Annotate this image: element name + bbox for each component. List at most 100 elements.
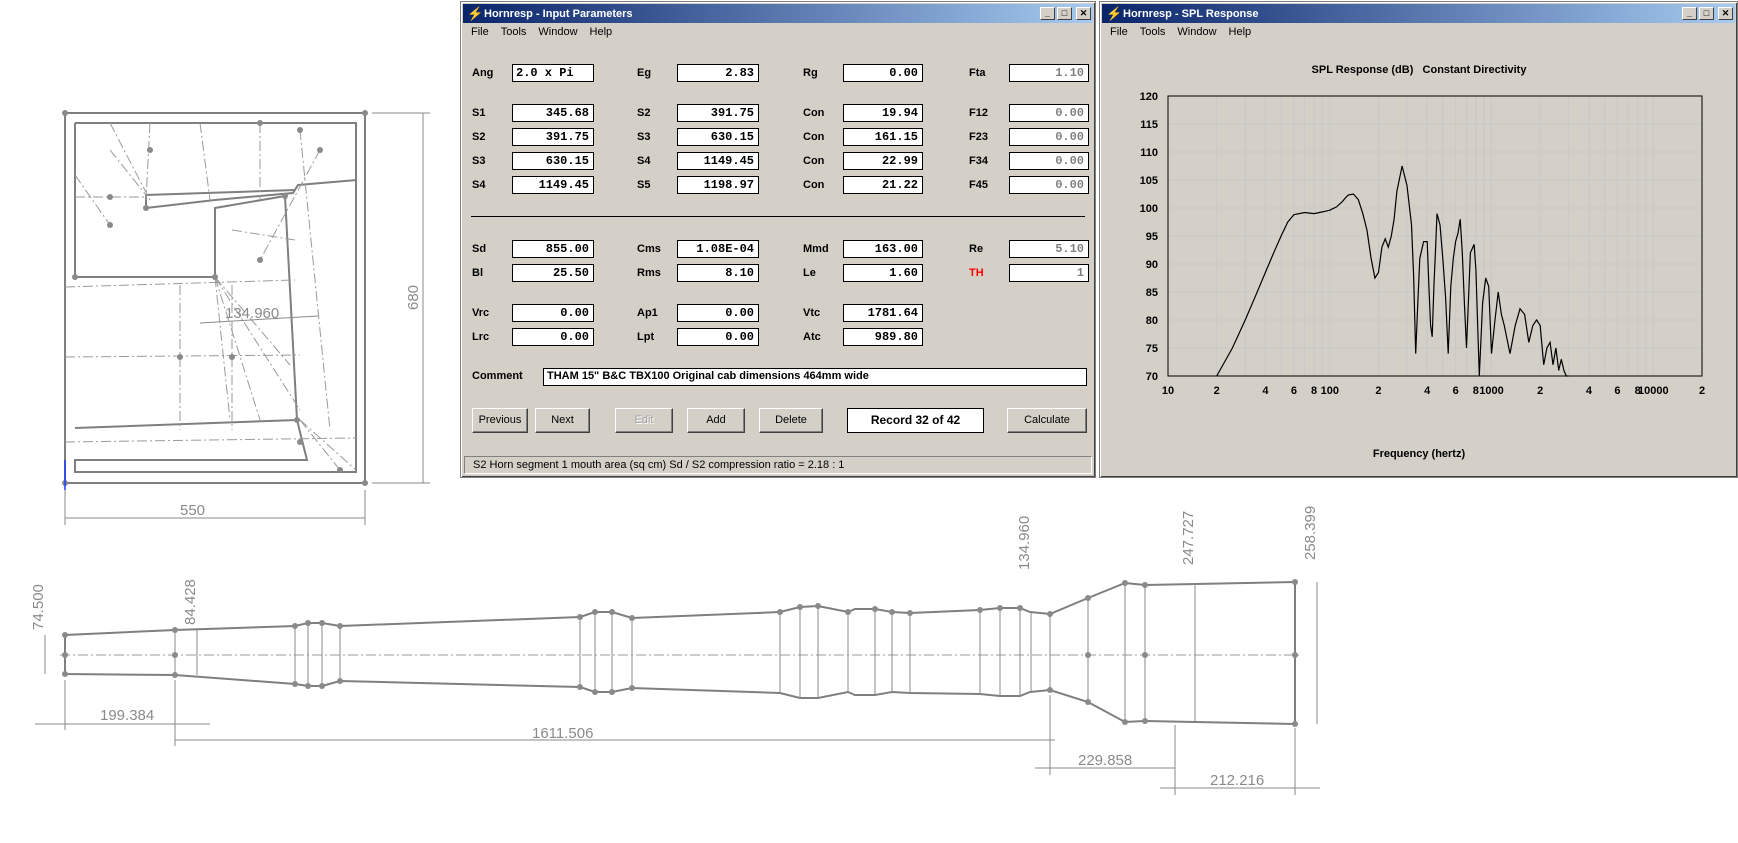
param-field-f12[interactable]: 0.00 xyxy=(1009,104,1089,122)
param-label-f45: F45 xyxy=(969,179,988,191)
param-field-re[interactable]: 5.10 xyxy=(1009,240,1089,258)
param-label-lrc: Lrc xyxy=(472,331,490,343)
menu-window[interactable]: Window xyxy=(532,26,583,38)
menu-bar: File Tools Window Help xyxy=(461,23,1095,41)
param-field-s5[interactable]: 1198.97 xyxy=(677,176,759,194)
minimize-button[interactable]: _ xyxy=(1682,7,1697,20)
param-label-con: Con xyxy=(803,107,825,119)
param-label-f34: F34 xyxy=(969,155,988,167)
param-field-sd[interactable]: 855.00 xyxy=(512,240,594,258)
param-label-lpt: Lpt xyxy=(637,331,655,343)
param-field-vrc[interactable]: 0.00 xyxy=(512,304,594,322)
param-label-s3: S3 xyxy=(472,155,486,167)
dim-74500: 74.500 xyxy=(30,584,47,630)
menu-file[interactable]: File xyxy=(1104,26,1134,38)
y-tick-label: 105 xyxy=(1140,175,1158,187)
x-tick-label: 1000 xyxy=(1479,385,1503,397)
status-bar: S2 Horn segment 1 mouth area (sq cm) Sd … xyxy=(464,456,1092,474)
param-label-s4: S4 xyxy=(637,155,651,167)
x-tick-label: 6 xyxy=(1291,385,1297,397)
x-tick-label: 10 xyxy=(1162,385,1174,397)
dim-height-680: 680 xyxy=(405,285,422,310)
x-tick-label: 2 xyxy=(1537,385,1543,397)
maximize-button[interactable]: □ xyxy=(1057,7,1072,20)
previous-button[interactable]: Previous xyxy=(472,408,528,433)
param-field-atc[interactable]: 989.80 xyxy=(843,328,923,346)
input-parameters-window: ⚡ Hornresp - Input Parameters _ □ ✕ File… xyxy=(460,1,1096,478)
dim-inner-134960: 134.960 xyxy=(225,305,279,322)
param-field-f23[interactable]: 0.00 xyxy=(1009,128,1089,146)
edit-button[interactable]: Edit xyxy=(615,408,673,433)
maximize-button[interactable]: □ xyxy=(1699,7,1714,20)
dim-84428: 84.428 xyxy=(182,579,199,625)
dim-width-550: 550 xyxy=(180,502,205,519)
section-divider xyxy=(471,216,1085,217)
param-field-s1[interactable]: 345.68 xyxy=(512,104,594,122)
param-label-eg: Eg xyxy=(637,67,652,79)
menu-help[interactable]: Help xyxy=(584,26,619,38)
param-field-con[interactable]: 19.94 xyxy=(843,104,923,122)
x-tick-label: 10000 xyxy=(1638,385,1669,397)
close-button[interactable]: ✕ xyxy=(1718,7,1733,20)
lightning-icon: ⚡ xyxy=(467,5,484,21)
param-label-bl: Bl xyxy=(472,267,483,279)
minimize-button[interactable]: _ xyxy=(1040,7,1055,20)
param-field-con[interactable]: 22.99 xyxy=(843,152,923,170)
param-field-f45[interactable]: 0.00 xyxy=(1009,176,1089,194)
input-window-titlebar[interactable]: ⚡ Hornresp - Input Parameters _ □ ✕ xyxy=(463,4,1093,23)
param-label-sd: Sd xyxy=(472,243,487,255)
param-label-s2: S2 xyxy=(472,131,486,143)
menu-window[interactable]: Window xyxy=(1171,26,1222,38)
close-button[interactable]: ✕ xyxy=(1076,7,1091,20)
param-field-ang[interactable]: 2.0 x Pi xyxy=(512,64,594,82)
param-field-lpt[interactable]: 0.00 xyxy=(677,328,759,346)
param-field-fta[interactable]: 1.10 xyxy=(1009,64,1089,82)
param-field-lrc[interactable]: 0.00 xyxy=(512,328,594,346)
param-field-con[interactable]: 161.15 xyxy=(843,128,923,146)
param-field-le[interactable]: 1.60 xyxy=(843,264,923,282)
param-label-rg: Rg xyxy=(803,67,818,79)
param-label-f23: F23 xyxy=(969,131,988,143)
param-field-rms[interactable]: 8.10 xyxy=(677,264,759,282)
x-tick-label: 6 xyxy=(1453,385,1459,397)
window-title: Hornresp - SPL Response xyxy=(1123,7,1259,20)
x-tick-label: 4 xyxy=(1424,385,1431,397)
param-field-f34[interactable]: 0.00 xyxy=(1009,152,1089,170)
calculate-button[interactable]: Calculate xyxy=(1007,408,1087,433)
menu-tools[interactable]: Tools xyxy=(1134,26,1172,38)
dim-229858: 229.858 xyxy=(1078,752,1132,769)
next-button[interactable]: Next xyxy=(535,408,590,433)
spl-window-titlebar[interactable]: ⚡ Hornresp - SPL Response _ □ ✕ xyxy=(1102,4,1735,23)
dim-199384: 199.384 xyxy=(100,707,154,724)
param-label-con: Con xyxy=(803,155,825,167)
param-field-con[interactable]: 21.22 xyxy=(843,176,923,194)
param-field-cms[interactable]: 1.08E-04 xyxy=(677,240,759,258)
y-tick-label: 85 xyxy=(1146,287,1158,299)
x-tick-label: 8 xyxy=(1473,385,1479,397)
param-field-th[interactable]: 1 xyxy=(1009,264,1089,282)
menu-tools[interactable]: Tools xyxy=(495,26,533,38)
param-field-s3[interactable]: 630.15 xyxy=(512,152,594,170)
param-label-ap1: Ap1 xyxy=(637,307,658,319)
lightning-icon: ⚡ xyxy=(1106,5,1123,21)
param-field-s2[interactable]: 391.75 xyxy=(512,128,594,146)
param-label-atc: Atc xyxy=(803,331,821,343)
param-field-mmd[interactable]: 163.00 xyxy=(843,240,923,258)
param-field-bl[interactable]: 25.50 xyxy=(512,264,594,282)
param-field-rg[interactable]: 0.00 xyxy=(843,64,923,82)
param-field-s3[interactable]: 630.15 xyxy=(677,128,759,146)
x-tick-label: 6 xyxy=(1614,385,1620,397)
param-field-vtc[interactable]: 1781.64 xyxy=(843,304,923,322)
param-field-s2[interactable]: 391.75 xyxy=(677,104,759,122)
menu-help[interactable]: Help xyxy=(1223,26,1258,38)
param-field-s4[interactable]: 1149.45 xyxy=(512,176,594,194)
param-field-s4[interactable]: 1149.45 xyxy=(677,152,759,170)
comment-field[interactable]: THAM 15" B&C TBX100 Original cab dimensi… xyxy=(543,368,1087,386)
param-field-ap1[interactable]: 0.00 xyxy=(677,304,759,322)
delete-button[interactable]: Delete xyxy=(759,408,823,433)
menu-file[interactable]: File xyxy=(465,26,495,38)
chart-title: SPL Response (dB) Constant Directivity xyxy=(1312,64,1528,76)
spl-series-line xyxy=(1216,165,1569,377)
add-button[interactable]: Add xyxy=(687,408,745,433)
param-field-eg[interactable]: 2.83 xyxy=(677,64,759,82)
